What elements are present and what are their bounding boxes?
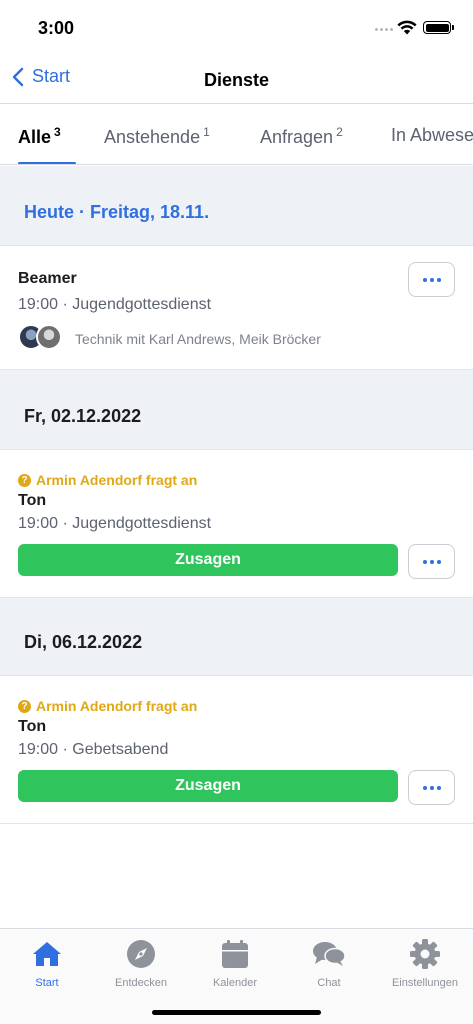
request-notice: ? Armin Adendorf fragt an [18, 472, 197, 488]
team-avatars [18, 324, 62, 350]
home-icon [33, 942, 61, 966]
section-date: Di, 06.12.2022 [24, 632, 143, 652]
service-time: 19:00 · Gebetsabend [18, 741, 169, 758]
calendar-icon [222, 940, 248, 968]
more-options-button[interactable] [408, 544, 455, 579]
tab-alle[interactable]: Alle 3 [18, 125, 61, 148]
service-time: 19:00 · Jugendgottesdienst [18, 296, 212, 313]
question-icon: ? [18, 699, 31, 713]
service-request-card[interactable]: ? Armin Adendorf fragt an Ton 19:00 · Ge… [0, 676, 473, 824]
request-notice: ? Armin Adendorf fragt an [18, 698, 197, 714]
question-icon: ? [18, 473, 31, 487]
section-header-today: Heute · Freitag, 18.11. [0, 166, 473, 246]
chat-icon [313, 942, 346, 966]
section-header-date: Fr, 02.12.2022 [0, 370, 473, 450]
avatar [36, 324, 62, 350]
tab-chat[interactable]: Chat [282, 937, 376, 989]
signal-icon [375, 28, 393, 31]
service-time: 19:00 · Jugendgottesdienst [18, 515, 212, 532]
tab-in-abwesenheit[interactable]: In Abwesenheit [391, 125, 473, 146]
battery-icon [423, 21, 454, 34]
filter-tabs: Alle3 Anstehende1 Anfragen2 In Abwesenhe… [0, 105, 473, 165]
more-options-button[interactable] [408, 262, 455, 297]
wifi-icon [397, 20, 417, 35]
tab-anfragen[interactable]: Anfragen 2 [260, 125, 343, 148]
home-indicator [152, 1010, 321, 1015]
service-title: Ton [18, 492, 47, 509]
gear-icon [410, 939, 440, 969]
status-time: 3:00 [38, 18, 75, 38]
tab-entdecken[interactable]: Entdecken [94, 937, 188, 989]
section-header-date: Di, 06.12.2022 [0, 598, 473, 676]
page-title: Dienste [203, 70, 270, 90]
service-card[interactable]: Beamer 19:00 · Jugendgottesdienst Techni… [0, 246, 473, 370]
active-tab-indicator [18, 162, 76, 164]
service-title: Beamer [18, 270, 77, 287]
team-info: Technik mit Karl Andrews, Meik Bröcker [75, 331, 321, 347]
accept-button[interactable]: Zusagen [18, 770, 398, 802]
tab-einstellungen[interactable]: Einstellungen [378, 937, 472, 989]
accept-button[interactable]: Zusagen [18, 544, 398, 576]
service-title: Ton [18, 718, 47, 735]
section-date: Heute · Freitag, 18.11. [24, 202, 210, 222]
navigation-bar: Start Dienste [0, 56, 473, 104]
tab-kalender[interactable]: Kalender [188, 937, 282, 989]
tab-start[interactable]: Start [0, 937, 94, 989]
section-date: Fr, 02.12.2022 [24, 406, 142, 426]
more-options-button[interactable] [408, 770, 455, 805]
tab-anstehende[interactable]: Anstehende 1 [104, 125, 210, 148]
status-bar: 3:00 [0, 0, 473, 54]
compass-icon [127, 940, 155, 968]
service-request-card[interactable]: ? Armin Adendorf fragt an Ton 19:00 · Ju… [0, 450, 473, 598]
